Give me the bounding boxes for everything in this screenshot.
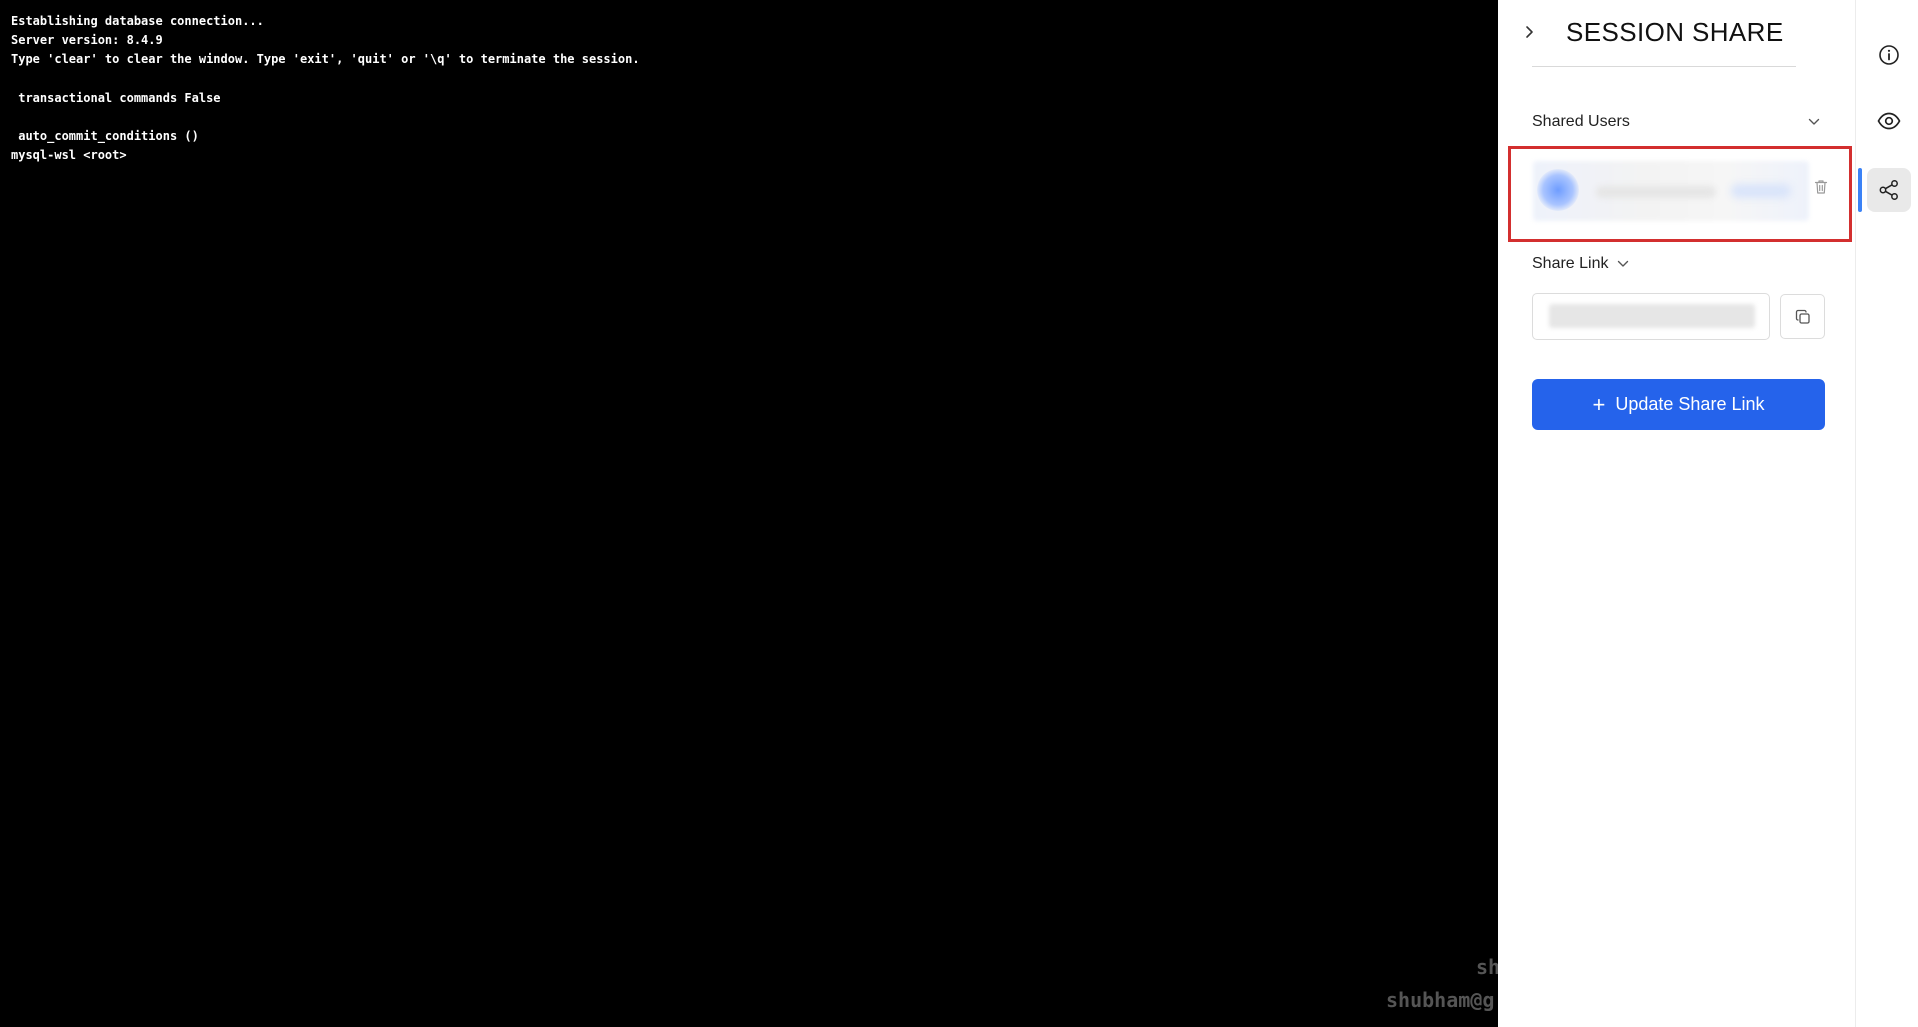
terminal-line: auto_commit_conditions () [11,129,199,144]
share-link-label: Share Link [1532,255,1609,272]
session-share-panel: SESSION SHARE Shared Users Share Link + … [1498,0,1856,1027]
view-button[interactable] [1867,99,1911,143]
update-share-link-label: Update Share Link [1615,394,1765,414]
share-button[interactable] [1867,168,1911,212]
terminal-line: Server version: 8.4.9 [11,33,163,48]
info-button[interactable] [1867,33,1911,77]
trash-icon [1814,180,1828,194]
chevron-right-icon [1526,26,1533,38]
eye-icon [1877,112,1901,130]
redacted-user-email [1731,184,1791,198]
shared-user-highlight [1508,146,1852,242]
update-share-link-button[interactable]: + Update Share Link [1532,379,1825,430]
share-icon [1879,180,1898,200]
redacted-user-name [1596,186,1716,198]
redacted-share-link [1549,304,1755,328]
chevron-down-icon [1808,118,1820,126]
share-link-field[interactable] [1532,293,1770,340]
terminal[interactable]: Establishing database connection... Serv… [0,0,1498,1027]
watermark-line-2: shubham@g [1386,988,1495,1012]
icon-rail [1856,0,1918,1027]
shared-users-label: Shared Users [1532,113,1630,130]
collapse-panel-button[interactable] [1520,22,1540,42]
header-divider [1532,66,1796,67]
app-root: Establishing database connection... Serv… [0,0,1918,1027]
copy-link-button[interactable] [1780,294,1825,339]
terminal-line: Establishing database connection... [11,14,264,28]
delete-user-button[interactable] [1811,177,1831,197]
terminal-line: transactional commands False [11,90,221,105]
share-link-toggle[interactable]: Share Link [1532,255,1629,273]
active-tab-indicator [1858,168,1862,212]
plus-icon: + [1592,391,1606,417]
shared-users-toggle[interactable]: Shared Users [1532,113,1820,131]
info-icon [1879,45,1899,65]
terminal-line: Type 'clear' to clear the window. Type '… [11,52,640,67]
panel-title: SESSION SHARE [1566,17,1784,47]
panel-header: SESSION SHARE [1498,0,1856,68]
copy-icon [1795,309,1810,324]
chevron-down-icon [1617,260,1629,268]
watermark-line-1: sh [1476,955,1498,979]
terminal-prompt: mysql-wsl <root> [11,148,127,163]
avatar [1537,169,1579,211]
